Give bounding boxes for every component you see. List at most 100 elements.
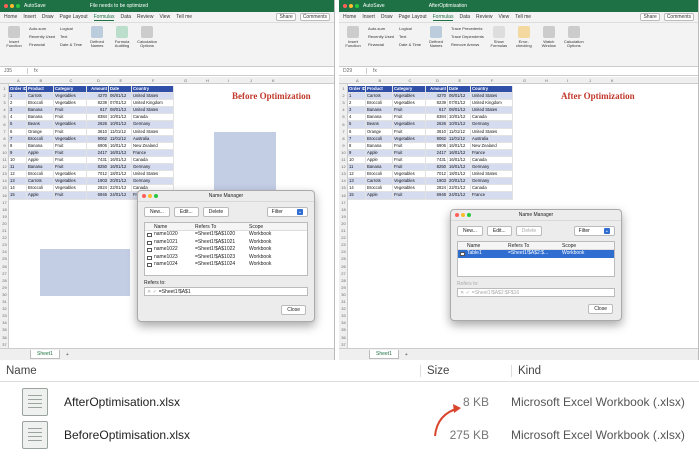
table-cell[interactable]: Canada bbox=[471, 114, 513, 122]
column-header[interactable]: E bbox=[120, 78, 123, 83]
formula-bar[interactable]: D29 fx bbox=[339, 67, 698, 76]
table-cell[interactable]: 8384 bbox=[426, 114, 448, 122]
table-cell[interactable]: 14 bbox=[9, 185, 27, 193]
table-cell[interactable]: Amount bbox=[87, 86, 109, 94]
column-header[interactable]: G bbox=[523, 78, 526, 83]
table-cell[interactable]: United Kingdom bbox=[132, 100, 174, 108]
table-cell[interactable]: 8 bbox=[348, 142, 366, 150]
col-header-name[interactable]: Name bbox=[6, 365, 37, 377]
row-number[interactable]: 3 bbox=[0, 100, 9, 105]
table-cell[interactable]: Banana bbox=[366, 114, 393, 122]
row-number[interactable]: 1 bbox=[0, 86, 9, 91]
tab-draw[interactable]: Draw bbox=[381, 14, 393, 20]
table-cell[interactable]: 1903 bbox=[87, 178, 109, 186]
table-cell[interactable]: 24/01/12 bbox=[109, 192, 132, 200]
row-number[interactable]: 3 bbox=[339, 100, 348, 105]
table-cell[interactable]: Broccoli bbox=[366, 100, 393, 108]
table-cell[interactable]: 11/01/12 bbox=[448, 128, 471, 136]
table-cell[interactable]: 8239 bbox=[87, 100, 109, 108]
table-cell[interactable]: 10 bbox=[348, 156, 366, 165]
table-cell[interactable]: Fruit bbox=[393, 164, 426, 172]
tab-insert[interactable]: Insert bbox=[23, 14, 36, 20]
new-name-button[interactable]: New... bbox=[457, 226, 483, 236]
table-cell[interactable]: Australia bbox=[471, 135, 513, 143]
table-cell[interactable]: 08/01/12 bbox=[448, 107, 471, 115]
table-cell[interactable]: 3610 bbox=[87, 128, 109, 136]
add-sheet-icon[interactable]: + bbox=[405, 352, 408, 358]
row-number[interactable]: 11 bbox=[0, 157, 9, 162]
column-header[interactable]: D bbox=[436, 78, 439, 83]
column-header[interactable]: J bbox=[250, 78, 252, 83]
table-cell[interactable]: Order ID bbox=[348, 86, 366, 94]
row-number[interactable]: 36 bbox=[0, 335, 9, 340]
column-header[interactable]: J bbox=[589, 78, 591, 83]
table-cell[interactable]: Fruit bbox=[393, 142, 426, 150]
column-header[interactable]: B bbox=[379, 78, 382, 83]
table-cell[interactable]: 11/01/12 bbox=[109, 128, 132, 136]
tab-view[interactable]: View bbox=[159, 14, 170, 20]
row-number[interactable]: 24 bbox=[339, 249, 348, 254]
table-cell[interactable]: 2626 bbox=[426, 121, 448, 129]
row-number[interactable]: 27 bbox=[339, 271, 348, 276]
autosave-label[interactable]: AutoSave bbox=[363, 3, 385, 9]
table-cell[interactable]: Banana bbox=[366, 107, 393, 115]
table-cell[interactable]: Vegetables bbox=[54, 93, 87, 101]
logical-button[interactable]: Logical bbox=[399, 26, 421, 31]
table-cell[interactable]: 16/01/12 bbox=[109, 164, 132, 172]
financial-button[interactable]: Financial bbox=[29, 42, 55, 47]
table-cell[interactable]: 11/01/12 bbox=[109, 135, 132, 143]
row-number[interactable]: 19 bbox=[339, 214, 348, 219]
row-number[interactable]: 10 bbox=[339, 150, 348, 155]
table-cell[interactable]: 8250 bbox=[426, 164, 448, 172]
table-cell[interactable]: Germany bbox=[132, 121, 174, 129]
tab-review[interactable]: Review bbox=[137, 14, 153, 20]
table-cell[interactable]: United States bbox=[132, 93, 174, 101]
row-number[interactable]: 31 bbox=[339, 299, 348, 304]
row-number[interactable]: 7 bbox=[339, 129, 348, 134]
row-number[interactable]: 28 bbox=[339, 278, 348, 283]
table-cell[interactable]: Broccoli bbox=[366, 171, 393, 179]
table-cell[interactable]: Fruit bbox=[54, 156, 87, 165]
table-cell[interactable]: Vegetables bbox=[54, 100, 87, 108]
table-cell[interactable]: France bbox=[471, 149, 513, 157]
insert-function-button[interactable]: Insert Function bbox=[343, 26, 363, 49]
table-cell[interactable]: 8239 bbox=[426, 100, 448, 108]
table-cell[interactable]: Vegetables bbox=[393, 100, 426, 108]
row-number[interactable]: 18 bbox=[0, 207, 9, 212]
table-cell[interactable]: Banana bbox=[366, 164, 393, 172]
name-row[interactable]: name1022 =Sheet1!$A$1022 Workbook bbox=[145, 246, 307, 254]
table-cell[interactable]: 11 bbox=[9, 164, 27, 172]
table-cell[interactable]: Vegetables bbox=[393, 185, 426, 193]
text-button[interactable]: Text bbox=[60, 34, 82, 39]
column-header[interactable]: E bbox=[459, 78, 462, 83]
table-cell[interactable]: Canada bbox=[132, 156, 174, 165]
table-cell[interactable]: Fruit bbox=[393, 114, 426, 122]
table-cell[interactable]: 6946 bbox=[426, 192, 448, 200]
row-number[interactable]: 12 bbox=[0, 164, 9, 169]
minimize-window-icon[interactable] bbox=[349, 4, 353, 8]
tell-me[interactable]: Tell me bbox=[176, 14, 192, 20]
table-cell[interactable]: 4 bbox=[9, 114, 27, 122]
table-cell[interactable]: 16/01/12 bbox=[109, 156, 132, 165]
column-header[interactable]: I bbox=[228, 78, 229, 83]
table-cell[interactable]: Amount bbox=[426, 86, 448, 94]
table-cell[interactable]: France bbox=[471, 192, 513, 200]
row-number[interactable]: 12 bbox=[339, 164, 348, 169]
table-cell[interactable]: 2626 bbox=[87, 121, 109, 129]
row-number[interactable]: 13 bbox=[0, 171, 9, 176]
column-header[interactable]: A bbox=[17, 78, 20, 83]
table-cell[interactable]: 6 bbox=[9, 128, 27, 136]
table-cell[interactable]: 8250 bbox=[87, 164, 109, 172]
recently-used-button[interactable]: Recently Used bbox=[368, 34, 394, 39]
row-number[interactable]: 16 bbox=[339, 193, 348, 198]
table-cell[interactable]: United States bbox=[471, 93, 513, 101]
row-number[interactable]: 27 bbox=[0, 271, 9, 276]
name-box[interactable]: J35 bbox=[4, 68, 28, 74]
table-cell[interactable]: 2 bbox=[9, 100, 27, 108]
row-number[interactable]: 32 bbox=[0, 306, 9, 311]
row-number[interactable]: 26 bbox=[0, 264, 9, 269]
table-cell[interactable]: Beans bbox=[366, 121, 393, 129]
row-number[interactable]: 21 bbox=[0, 228, 9, 233]
table-cell[interactable]: Vegetables bbox=[393, 171, 426, 179]
defined-names-button[interactable]: Defined Names bbox=[87, 26, 107, 49]
